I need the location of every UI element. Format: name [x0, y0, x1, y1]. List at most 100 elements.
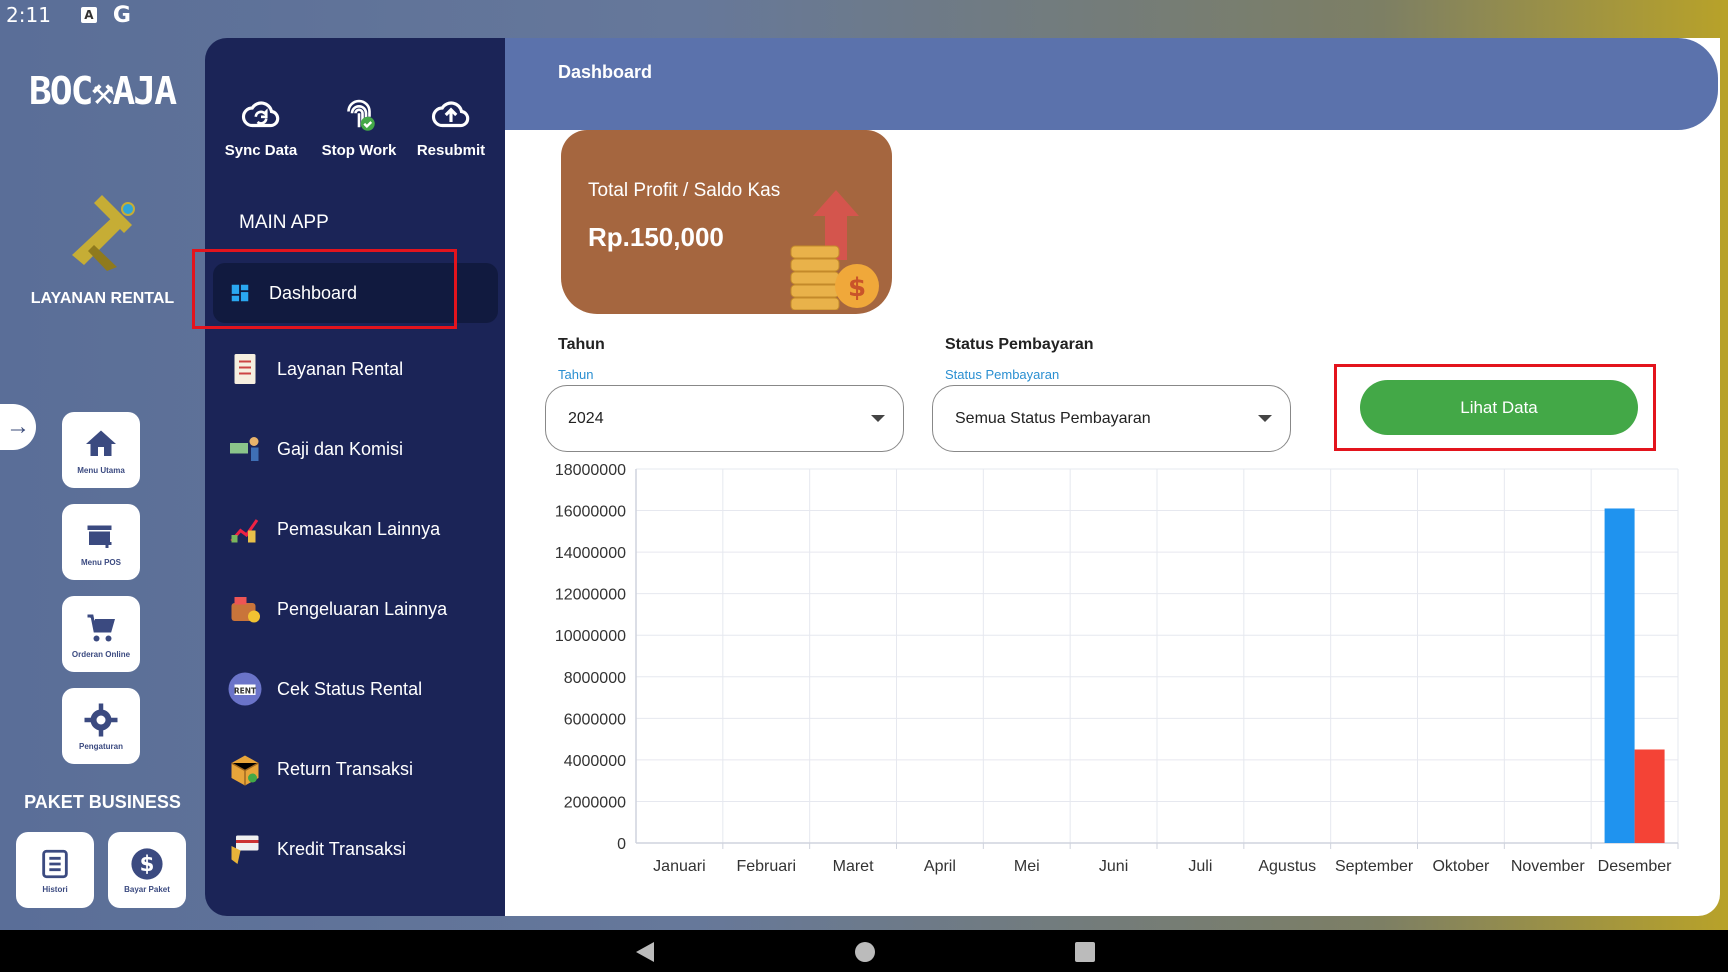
nav-item-pemasukan-lainnya[interactable]: Pemasukan Lainnya: [213, 497, 499, 561]
y-tick-label: 8000000: [564, 670, 626, 687]
brand-logo: BOC⚒AJA: [28, 69, 177, 113]
y-tick-label: 10000000: [555, 628, 626, 645]
x-tick-label: Oktober: [1432, 858, 1490, 875]
rail-item-label: Orderan Online: [71, 649, 131, 659]
nav-item-label: Pengeluaran Lainnya: [277, 598, 448, 619]
status-title: Status Pembayaran: [945, 336, 1094, 353]
histori-label: Histori: [42, 884, 68, 894]
bar-desember-series-2: [1634, 749, 1665, 843]
histori-button[interactable]: Histori: [16, 832, 94, 908]
tahun-title: Tahun: [558, 336, 605, 353]
status-pembayaran-select[interactable]: Semua Status Pembayaran: [932, 385, 1291, 452]
svg-text:$: $: [848, 273, 866, 303]
tool-label: Stop Work: [321, 142, 397, 159]
nav-item-label: Return Transaksi: [277, 758, 414, 779]
nav-item-cek-status-rental[interactable]: RENT Cek Status Rental: [213, 657, 499, 721]
x-tick-label: September: [1335, 858, 1414, 875]
nav-item-gaji-dan-komisi[interactable]: Gaji dan Komisi: [213, 417, 499, 481]
x-tick-label: November: [1511, 858, 1585, 875]
bayar-paket-button[interactable]: $ Bayar Paket: [108, 832, 186, 908]
status-floating-label: Status Pembayaran: [945, 367, 1060, 382]
nav-item-label: Cek Status Rental: [277, 678, 423, 699]
main-app-section-title: MAIN APP: [239, 212, 329, 233]
hammer-emblem-icon: [72, 195, 135, 271]
cloud-upload-icon: [431, 101, 470, 128]
x-tick-label: Maret: [833, 858, 874, 875]
y-tick-label: 18000000: [555, 462, 626, 479]
y-tick-label: 16000000: [555, 504, 626, 521]
chevron-down-icon: [1258, 415, 1272, 422]
income-icon: [230, 519, 259, 543]
x-tick-label: April: [924, 858, 956, 875]
rail-pengaturan-button[interactable]: Pengaturan: [62, 688, 140, 764]
cart-icon: [87, 614, 115, 641]
status-value: Semua Status Pembayaran: [955, 409, 1151, 427]
nav-panel: Sync Data Stop Work Resubmit MAIN APP Da…: [205, 38, 505, 916]
status-time: 2:11: [6, 3, 51, 27]
tahun-value: 2024: [568, 409, 604, 427]
nav-item-label: Kredit Transaksi: [277, 838, 407, 859]
store-icon: [87, 525, 112, 548]
rail-menu-utama-button[interactable]: Menu Utama: [62, 412, 140, 488]
resubmit-button[interactable]: Resubmit: [401, 94, 501, 160]
back-triangle-icon[interactable]: [634, 941, 656, 963]
svg-text:$: $: [140, 852, 155, 877]
list-icon: [42, 849, 68, 878]
tool-label: Resubmit: [416, 142, 486, 159]
paket-title: PAKET BUSINESS: [24, 792, 181, 812]
return-box-icon: [231, 755, 259, 786]
lihat-data-highlight-box: [1334, 364, 1656, 451]
x-tick-label: Agustus: [1258, 858, 1316, 875]
credit-card-icon: [231, 835, 259, 864]
nav-item-label: Gaji dan Komisi: [277, 438, 404, 459]
y-tick-label: 0: [617, 836, 626, 853]
dollar-icon: $: [131, 847, 163, 880]
x-tick-label: Januari: [653, 858, 705, 875]
monthly-bar-chart: 18000000 16000000 14000000 12000000 10000000…: [555, 462, 1679, 875]
rail-item-label: Menu POS: [80, 557, 121, 567]
rail-menu-pos-button[interactable]: Menu POS: [62, 504, 140, 580]
profit-value: Rp.150,000: [588, 222, 724, 252]
page-title: Dashboard: [558, 62, 653, 82]
tool-label: Sync Data: [224, 142, 298, 159]
notification-a-icon: A: [80, 7, 97, 23]
x-tick-label: Juli: [1188, 858, 1212, 875]
salary-icon: [230, 437, 259, 461]
recents-square-icon[interactable]: [1074, 941, 1096, 963]
profit-card: Total Profit / Saldo Kas Rp.150,000 $: [561, 130, 892, 314]
nav-item-kredit-transaksi[interactable]: Kredit Transaksi: [213, 817, 499, 881]
rail-orderan-online-button[interactable]: Orderan Online: [62, 596, 140, 672]
nav-item-label: Layanan Rental: [277, 358, 404, 379]
cloud-sync-icon: [241, 101, 280, 128]
expense-icon: [231, 597, 260, 623]
status-bar: 2:11 A G: [0, 0, 1728, 30]
gear-icon: [84, 703, 118, 736]
y-tick-label: 14000000: [555, 545, 626, 562]
dashboard-highlight-box: [192, 249, 457, 329]
x-tick-label: Mei: [1014, 858, 1040, 875]
home-circle-icon[interactable]: [854, 941, 876, 963]
nav-item-pengeluaran-lainnya[interactable]: Pengeluaran Lainnya: [213, 577, 499, 641]
bar-desember-series-1: [1604, 508, 1635, 843]
x-tick-label: Desember: [1598, 858, 1672, 875]
sync-data-button[interactable]: Sync Data: [211, 94, 311, 160]
collapse-arrow-button[interactable]: →: [0, 404, 36, 450]
tahun-select[interactable]: 2024: [545, 385, 904, 452]
x-tick-label: Februari: [736, 858, 796, 875]
stop-work-button[interactable]: Stop Work: [309, 94, 409, 160]
fingerprint-icon: [347, 99, 375, 131]
home-icon: [86, 430, 116, 456]
arrow-right-icon: →: [6, 413, 30, 440]
money-growth-icon: $: [790, 190, 879, 310]
y-tick-label: 12000000: [555, 587, 626, 604]
nav-item-return-transaksi[interactable]: Return Transaksi: [213, 737, 499, 801]
y-tick-label: 6000000: [564, 711, 626, 728]
rail-item-label: Menu Utama: [77, 465, 125, 475]
tahun-floating-label: Tahun: [558, 367, 594, 382]
bayar-paket-label: Bayar Paket: [124, 884, 170, 894]
nav-item-layanan-rental[interactable]: Layanan Rental: [213, 337, 499, 401]
chevron-down-icon: [871, 415, 885, 422]
android-nav-bar: [0, 930, 1728, 972]
header-bar: Dashboard: [505, 38, 1718, 130]
google-icon: G: [112, 2, 131, 28]
